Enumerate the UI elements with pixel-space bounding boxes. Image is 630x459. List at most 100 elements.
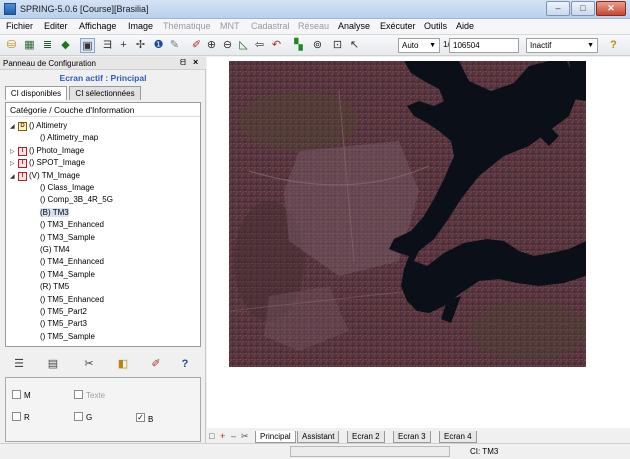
tree-item-label: () TM5_Part3 <box>40 319 87 329</box>
grid-icon[interactable]: ▦ <box>22 38 37 53</box>
remove-screen-icon[interactable]: – <box>231 431 236 442</box>
texte-checkbox[interactable]: Texte <box>74 390 105 401</box>
maximize-button[interactable]: □ <box>571 1 595 16</box>
m-checkbox-box <box>12 390 21 399</box>
active-screen-label: Ecran actif : Principal <box>59 73 147 83</box>
tree-item[interactable]: () Class_Image <box>40 182 94 194</box>
tab-principal[interactable]: Principal <box>255 431 296 443</box>
tab-ci-disponibles[interactable]: CI disponibles <box>5 86 67 100</box>
tab-ecran-3[interactable]: Ecran 3 <box>393 431 431 443</box>
menu-image[interactable]: Image <box>128 21 153 31</box>
expand-icon[interactable]: ▷ <box>10 158 18 170</box>
tree-item[interactable]: () TM4_Sample <box>40 269 95 281</box>
previous-icon[interactable]: ⇦ <box>252 38 267 53</box>
tree-item-label: () TM5_Enhanced <box>40 294 104 304</box>
tree-item[interactable]: () TM5_Part2 <box>40 306 87 318</box>
tree-item[interactable]: () TM5_Part3 <box>40 318 87 330</box>
properties-icon[interactable]: ▤ <box>45 356 61 372</box>
new-screen-icon[interactable]: □ <box>209 431 214 442</box>
add-screen-icon[interactable]: + <box>220 431 225 442</box>
plus-icon[interactable]: + <box>116 38 131 53</box>
close-button[interactable]: ✕ <box>596 1 626 16</box>
tree-item-label: () Comp_3B_4R_5G <box>40 195 113 205</box>
database-icon[interactable]: ⛁ <box>4 38 19 53</box>
menu-outils[interactable]: Outils <box>424 21 447 31</box>
image-category-icon: I <box>18 171 27 181</box>
undo-icon[interactable]: ↶ <box>269 38 284 53</box>
image-category-icon: I <box>18 159 27 169</box>
tab-ecran-2[interactable]: Ecran 2 <box>347 431 385 443</box>
color-icon[interactable]: ▚ <box>291 38 306 53</box>
tree-item-label: () TM4_Sample <box>40 269 95 279</box>
tab-ecran-4[interactable]: Ecran 4 <box>439 431 477 443</box>
m-checkbox[interactable]: M <box>12 390 31 401</box>
frame-icon[interactable]: ⊡ <box>330 38 345 53</box>
chart-icon[interactable]: ◧ <box>115 356 131 372</box>
g-checkbox[interactable]: G <box>74 412 92 423</box>
g-checkbox-box <box>74 412 83 421</box>
tree-item[interactable]: ▷ I() SPOT_Image <box>10 157 85 169</box>
b-checkbox[interactable]: ✓ B <box>136 412 154 424</box>
tree-item[interactable]: () Altimetry_map <box>40 132 98 144</box>
status-ci: CI: TM3 <box>470 447 499 456</box>
tree-item[interactable]: ▷ I() Photo_Image <box>10 145 84 157</box>
tab-assistant[interactable]: Assistant <box>297 431 340 443</box>
menu-fichier[interactable]: Fichier <box>6 21 33 31</box>
pan-icon[interactable]: ✢ <box>133 38 148 53</box>
collapse-icon[interactable]: ◢ <box>10 171 18 183</box>
info-icon[interactable]: ❶ <box>151 38 166 53</box>
tree-item[interactable]: () TM3_Sample <box>40 232 95 244</box>
satellite-image[interactable] <box>229 61 586 367</box>
tree-item[interactable]: (G) TM4 <box>40 244 70 256</box>
tab-ci-selectionnees[interactable]: CI sélectionnées <box>69 86 141 100</box>
pencil-icon[interactable]: ◆ <box>58 38 73 53</box>
zoom-in-icon[interactable]: ⊕ <box>204 38 219 53</box>
minimize-button[interactable]: – <box>546 1 570 16</box>
tree-item-label: () TM4_Enhanced <box>40 257 104 267</box>
status-mode-select[interactable]: Inactif ▼ <box>526 38 598 53</box>
tree-item[interactable]: () TM5_Enhanced <box>40 294 104 306</box>
cursor-icon[interactable]: ↖ <box>347 38 362 53</box>
zoom-area-icon[interactable]: ◺ <box>236 38 251 53</box>
panel-close-icon[interactable]: × <box>193 57 198 67</box>
edit-icon[interactable]: ✐ <box>148 356 164 372</box>
app-icon <box>4 3 16 15</box>
tree-item[interactable]: ◢ D() Altimetry <box>10 120 67 132</box>
layers-icon[interactable]: ≣ <box>40 38 55 53</box>
split-screen-icon[interactable]: ✂ <box>241 431 249 442</box>
tree-item-label: (B) TM3 <box>40 207 69 217</box>
b-label: B <box>148 415 154 424</box>
r-checkbox[interactable]: R <box>12 412 30 423</box>
tools-icon[interactable]: ✂ <box>81 356 97 372</box>
panel-title: Panneau de Configuration <box>3 59 96 68</box>
tree-item[interactable]: (R) TM5 <box>40 281 69 293</box>
zoom-mode-select[interactable]: Auto ▼ <box>398 38 440 53</box>
draw-icon[interactable]: ✐ <box>189 38 204 53</box>
zoom-dropdown-icon[interactable]: ⊚ <box>310 38 325 53</box>
list-icon[interactable]: ☰ <box>11 356 27 372</box>
tree-item[interactable]: ◢ I (V) TM_Image <box>10 170 80 182</box>
map-canvas[interactable] <box>207 57 630 428</box>
tree-item[interactable]: () TM4_Enhanced <box>40 256 104 268</box>
expand-icon[interactable]: ▷ <box>10 146 18 158</box>
help-icon[interactable]: ? <box>606 38 621 53</box>
menu-executer[interactable]: Exécuter <box>380 21 416 31</box>
menu-analyse[interactable]: Analyse <box>338 21 370 31</box>
tree-item[interactable]: () TM3_Enhanced <box>40 219 104 231</box>
paint-icon[interactable]: ✎ <box>167 38 182 53</box>
tree-header: Catégorie / Couche d'Information <box>6 103 200 117</box>
menu-aide[interactable]: Aide <box>456 21 474 31</box>
help-icon[interactable]: ? <box>177 356 193 372</box>
scale-input[interactable]: 106504 <box>449 38 519 53</box>
tree-item[interactable]: () TM5_Sample <box>40 331 95 343</box>
collapse-icon[interactable]: ◢ <box>10 121 18 133</box>
zoom-out-icon[interactable]: ⊖ <box>220 38 235 53</box>
pin-icon[interactable]: ᗺ <box>180 58 186 68</box>
display-icon[interactable]: ▣ <box>80 38 95 53</box>
tree-item[interactable]: (B) TM3 <box>40 207 69 219</box>
menu-affichage[interactable]: Affichage <box>79 21 116 31</box>
tree-item[interactable]: () Comp_3B_4R_5G <box>40 194 113 206</box>
spring-window: SPRING-5.0.6 [Course][Brasilia] – □ ✕ Fi… <box>0 0 630 459</box>
text-tool-icon[interactable]: ヨ <box>100 38 115 53</box>
menu-editer[interactable]: Editer <box>44 21 68 31</box>
